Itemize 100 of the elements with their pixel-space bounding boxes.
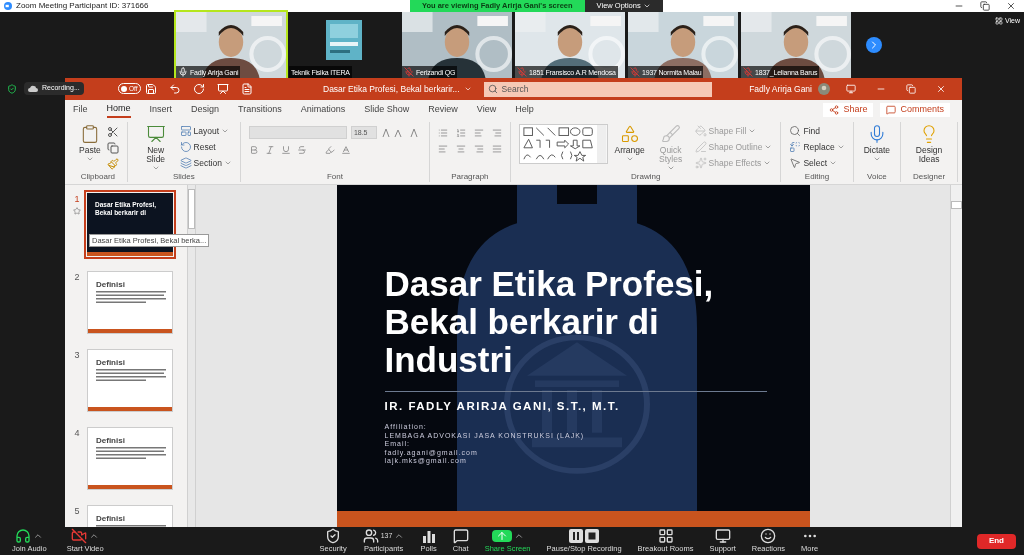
- copy-icon[interactable]: [106, 142, 119, 154]
- restore-icon[interactable]: [906, 84, 916, 94]
- grid-icon: [994, 17, 1003, 26]
- ribbon-button[interactable]: Dictate: [861, 124, 893, 163]
- text-lines-drawing: [96, 291, 166, 305]
- ribbon-button[interactable]: Replace: [789, 140, 845, 154]
- slide-title: Bekal berkarir di: [384, 303, 660, 341]
- ribbon-tab[interactable]: Home: [106, 102, 131, 118]
- align-right-icon[interactable]: [473, 144, 484, 154]
- caret-icon: [625, 155, 634, 163]
- presentation-icon[interactable]: [217, 83, 229, 95]
- ribbon-tab[interactable]: Animations: [300, 102, 346, 118]
- ribbon-button[interactable]: Find: [789, 124, 845, 138]
- avatar-icon[interactable]: [818, 83, 830, 95]
- cut-icon[interactable]: [106, 126, 119, 138]
- slide-number: 5: [74, 505, 80, 518]
- align-left-icon[interactable]: [437, 144, 448, 154]
- share-arrow-icon: [491, 530, 512, 542]
- ribbon-display-icon[interactable]: [846, 84, 856, 94]
- slide-thumbnail[interactable]: Definisi: [87, 271, 173, 334]
- scrollbar[interactable]: [950, 185, 962, 527]
- caret-icon: [151, 164, 160, 172]
- undo-icon[interactable]: [169, 83, 181, 95]
- caret-icon[interactable]: [463, 85, 472, 93]
- search-field[interactable]: Search: [483, 81, 712, 97]
- save-icon[interactable]: [145, 83, 157, 95]
- slide-title: Industri: [384, 341, 514, 379]
- restore-icon[interactable]: [980, 1, 990, 11]
- ribbon-button[interactable]: Reset: [179, 140, 232, 154]
- group-label: Editing: [804, 172, 830, 182]
- slide-author: IR. FADLY ARIRJA GANI, S.T., M.T.: [384, 399, 621, 414]
- ribbon-button[interactable]: Paste: [77, 124, 103, 163]
- ribbon-tab[interactable]: Review: [428, 102, 458, 118]
- ribbon-tab[interactable]: Help: [515, 102, 534, 118]
- italic-icon[interactable]: [264, 145, 275, 155]
- smiley-icon: [760, 528, 777, 544]
- document-title: Dasar Etika Profesi, Bekal berkarir...: [323, 82, 460, 96]
- ribbon-button[interactable]: Section: [179, 156, 232, 170]
- monitor-icon: [714, 528, 731, 544]
- font-name-field[interactable]: [248, 126, 347, 139]
- thumbnail-title: Definisi: [96, 280, 126, 289]
- underline-icon[interactable]: [280, 145, 291, 155]
- comments-button[interactable]: Comments: [880, 103, 950, 117]
- font-color-icon[interactable]: [340, 145, 351, 155]
- slide-thumbnail[interactable]: Definisi: [87, 349, 173, 412]
- ribbon-button[interactable]: Layout: [179, 124, 232, 138]
- format-painter-icon[interactable]: [106, 158, 119, 170]
- caret-icon[interactable]: [513, 531, 524, 541]
- caret-icon[interactable]: [89, 531, 100, 541]
- search-icon: [487, 84, 498, 94]
- ribbon-button[interactable]: Arrange: [612, 124, 647, 163]
- ribbon-tab[interactable]: View: [476, 102, 497, 118]
- ribbon-tab[interactable]: Slide Show: [364, 102, 410, 118]
- slide-number: 1: [74, 193, 80, 206]
- strikethrough-icon[interactable]: [296, 145, 307, 155]
- shapes-gallery[interactable]: [518, 124, 609, 164]
- caret-icon: [85, 155, 94, 163]
- ribbon-button[interactable]: Select: [789, 156, 845, 170]
- numbering-icon[interactable]: [455, 128, 466, 138]
- caret-icon: [221, 127, 230, 135]
- close-icon[interactable]: [936, 84, 946, 94]
- slide-thumbnail[interactable]: Definisi: [87, 427, 173, 490]
- outdent-icon[interactable]: [491, 128, 502, 138]
- justify-icon[interactable]: [491, 144, 502, 154]
- layout-icon: [179, 125, 192, 137]
- redo-icon[interactable]: [193, 83, 205, 95]
- bullets-icon[interactable]: [437, 128, 448, 138]
- indent-icon[interactable]: [473, 128, 484, 138]
- end-button[interactable]: End: [976, 533, 1016, 549]
- thumbnail-title: Definisi: [96, 358, 126, 367]
- ribbon-button[interactable]: New Slide: [135, 124, 176, 172]
- highlighter-icon[interactable]: [324, 145, 335, 155]
- ribbon-tab[interactable]: Transitions: [238, 102, 282, 118]
- close-icon[interactable]: [1006, 1, 1016, 11]
- ribbon-tab[interactable]: File: [73, 102, 88, 118]
- group-label: Font: [326, 172, 343, 182]
- section-icon: [179, 157, 192, 169]
- thumbnail-title: Definisi: [96, 436, 126, 445]
- share-button[interactable]: Share: [823, 103, 874, 117]
- group-label: Clipboard: [80, 172, 115, 182]
- shield-icon: [7, 84, 17, 94]
- comment-icon: [886, 105, 897, 115]
- text-lines-drawing: [96, 369, 166, 383]
- caret-icon[interactable]: [33, 531, 44, 541]
- caret-icon[interactable]: [394, 531, 405, 541]
- ribbon-tab[interactable]: Insert: [149, 102, 173, 118]
- ribbon-tab[interactable]: Design: [191, 102, 220, 118]
- bold-icon[interactable]: [248, 145, 259, 155]
- sparkles-icon: [694, 157, 707, 169]
- caret-icon: [223, 159, 232, 167]
- document-icon[interactable]: [241, 83, 253, 95]
- ribbon-button[interactable]: Design Ideas: [909, 124, 949, 164]
- share-icon: [829, 105, 840, 115]
- new-slide-icon: [145, 124, 166, 144]
- next-page-button[interactable]: [866, 37, 882, 53]
- paint-bucket-icon: [694, 125, 707, 137]
- slide-thumbnail[interactable]: Definisi: [87, 505, 173, 527]
- group-label: Slides: [172, 172, 195, 182]
- align-center-icon[interactable]: [455, 144, 466, 154]
- text-lines-drawing: [96, 447, 166, 461]
